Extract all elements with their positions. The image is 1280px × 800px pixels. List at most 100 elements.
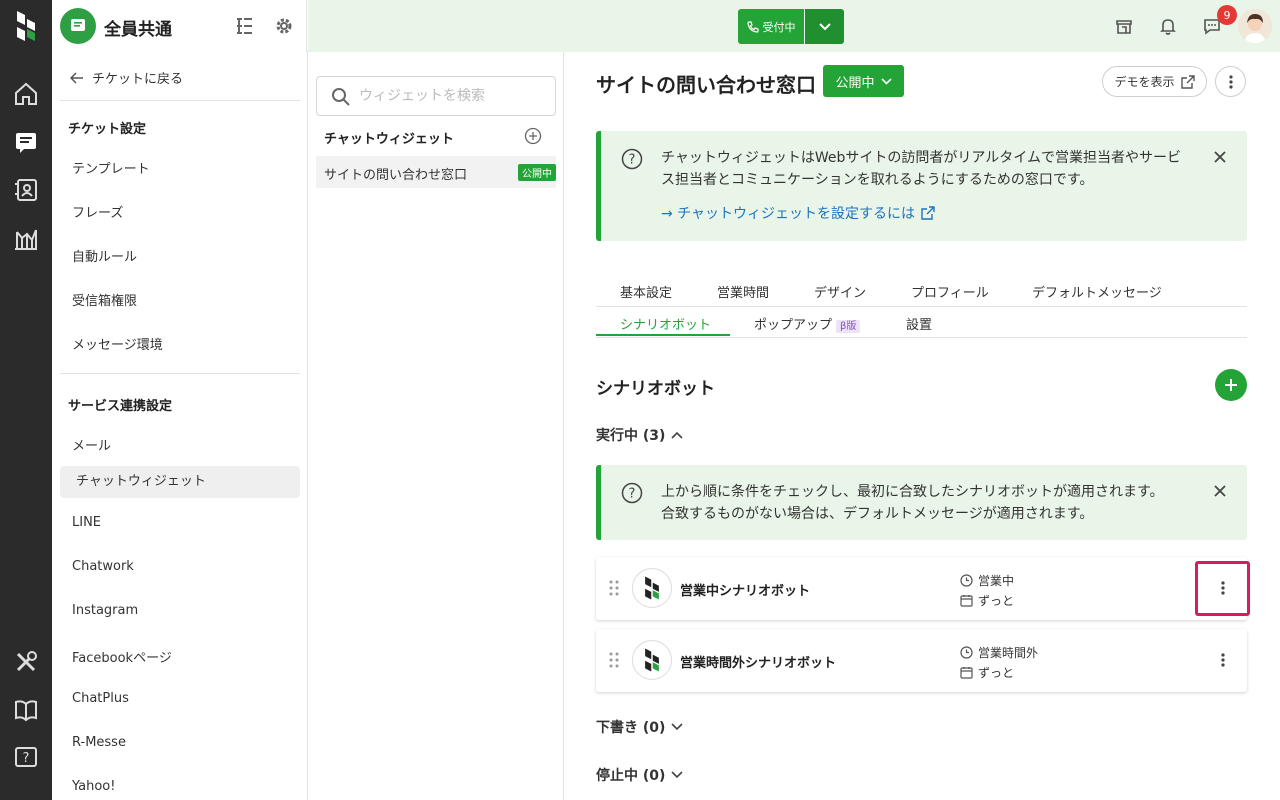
widget-search	[316, 76, 556, 116]
sidebar-item-chatplus[interactable]: ChatPlus	[72, 691, 129, 706]
section-title: シナリオボット	[596, 379, 715, 399]
status-badge: 公開中	[518, 164, 556, 181]
info-line: 合致するものがない場合は、デフォルトメッセージが適用されます。	[661, 506, 1094, 522]
bot-schedule-label: 営業中	[978, 574, 1015, 588]
workspace-title: 全員共通	[104, 20, 172, 40]
bot-avatar	[632, 568, 672, 608]
help-icon[interactable]: ?	[0, 734, 52, 782]
tab-basic[interactable]: 基本設定	[620, 282, 672, 301]
publish-status-button[interactable]: 公開中	[823, 65, 904, 97]
clock-icon	[960, 574, 973, 587]
tab-design[interactable]: デザイン	[814, 282, 866, 301]
question-icon: ?	[621, 148, 643, 170]
clock-icon	[960, 646, 973, 659]
sidebar-item-chatwork[interactable]: Chatwork	[72, 559, 134, 574]
running-group-toggle[interactable]: 実行中 (3)	[596, 425, 683, 445]
contacts-icon[interactable]	[0, 166, 52, 214]
bot-schedule: 営業時間外	[960, 644, 1038, 661]
widget-list-heading: チャットウィジェット	[324, 132, 454, 147]
info-box-widget: ? チャットウィジェットはWebサイトの訪問者がリアルタイムで営業担当者やサービ…	[596, 131, 1247, 241]
kebab-icon	[1228, 74, 1233, 89]
tab-install[interactable]: 設置	[906, 314, 932, 333]
add-widget-icon[interactable]	[524, 127, 542, 145]
question-icon: ?	[621, 482, 643, 504]
bot-avatar	[632, 640, 672, 680]
sidebar-item-chat-widget[interactable]: チャットウィジェット	[60, 466, 300, 498]
drag-handle-icon[interactable]	[608, 579, 620, 597]
tab-popup[interactable]: ポップアップ β版	[754, 314, 861, 333]
call-status-button[interactable]: 受付中	[738, 9, 804, 44]
more-options-button[interactable]	[1215, 66, 1246, 97]
logo-icon	[17, 11, 35, 41]
stopped-group-toggle[interactable]: 停止中 (0)	[596, 765, 683, 785]
workspace-icon	[60, 8, 96, 44]
widget-search-input[interactable]	[359, 85, 549, 107]
scenario-bot-card[interactable]: 営業中シナリオボット 営業中 ずっと	[596, 557, 1247, 620]
ticket-icon[interactable]	[0, 118, 52, 166]
draft-group-toggle[interactable]: 下書き (0)	[596, 717, 683, 737]
tab-scenario-bot[interactable]: シナリオボット	[620, 314, 711, 333]
sidebar-item-message-env[interactable]: メッセージ環境	[72, 334, 163, 353]
info-line: ス担当者とコミュニケーションを取れるようにするための窓口です。	[661, 172, 1094, 188]
tab-profile[interactable]: プロフィール	[911, 282, 989, 301]
chevron-down-icon	[818, 22, 831, 30]
beta-badge: β版	[836, 320, 861, 333]
arrow-left-icon	[70, 71, 83, 84]
info-line: チャットウィジェットはWebサイトの訪問者がリアルタイムで営業担当者やサービ	[661, 150, 1181, 166]
bot-menu-button[interactable]	[1213, 650, 1233, 670]
sidebar-item-mail[interactable]: メール	[72, 435, 111, 454]
tab-business-hours[interactable]: 営業時間	[717, 282, 769, 301]
svg-text:?: ?	[629, 487, 636, 502]
top-header: 全員共通 受付中	[52, 0, 1280, 52]
widget-list-item[interactable]: サイトの問い合わせ窓口 公開中	[316, 156, 556, 188]
sidebar-item-r-messe[interactable]: R-Messe	[72, 735, 126, 750]
stopped-group-label: 停止中 (0)	[596, 768, 666, 784]
user-avatar[interactable]	[1238, 9, 1272, 43]
back-to-tickets-link[interactable]: チケットに戻る	[70, 68, 183, 87]
gear-icon[interactable]	[272, 14, 296, 38]
divider	[60, 373, 300, 374]
chevron-up-icon	[671, 431, 683, 439]
app-logo[interactable]	[0, 0, 52, 52]
add-scenario-bot-button[interactable]	[1215, 369, 1247, 401]
analytics-icon[interactable]	[0, 214, 52, 262]
tree-icon[interactable]	[232, 14, 256, 38]
sidebar-item-template[interactable]: テンプレート	[72, 158, 150, 177]
tab-popup-label: ポップアップ	[754, 318, 833, 333]
sidebar-item-yahoo[interactable]: Yahoo!	[72, 779, 115, 794]
svg-text:?: ?	[629, 153, 636, 168]
sidebar-item-phrase[interactable]: フレーズ	[72, 202, 123, 221]
call-status-label: 受付中	[762, 20, 796, 34]
show-demo-button[interactable]: デモを表示	[1102, 66, 1207, 97]
cafe-icon[interactable]	[1112, 14, 1136, 38]
draft-group-label: 下書き (0)	[596, 720, 666, 736]
divider	[60, 100, 300, 101]
call-status-dropdown[interactable]	[805, 9, 844, 44]
drag-handle-icon[interactable]	[608, 651, 620, 669]
sidebar-item-facebook[interactable]: Facebookページ	[72, 647, 172, 666]
tools-icon[interactable]	[0, 638, 52, 686]
bell-icon[interactable]	[1156, 14, 1180, 38]
info-line: 上から順に条件をチェックし、最初に合致したシナリオボットが適用されます。	[661, 484, 1164, 500]
bot-period-label: ずっと	[978, 594, 1015, 608]
chevron-down-icon	[880, 77, 892, 85]
external-link-icon	[921, 206, 935, 220]
app-rail: ?	[0, 0, 52, 800]
sidebar-item-instagram[interactable]: Instagram	[72, 603, 138, 618]
running-group-label: 実行中 (3)	[596, 428, 666, 444]
sidebar-item-inbox-permission[interactable]: 受信箱権限	[72, 290, 137, 309]
widget-name: サイトの問い合わせ窓口	[324, 168, 468, 183]
close-icon[interactable]	[1213, 484, 1227, 498]
section-title-integration: サービス連携設定	[68, 399, 173, 414]
sidebar-item-line[interactable]: LINE	[72, 515, 101, 530]
close-icon[interactable]	[1213, 150, 1227, 164]
scenario-bot-card[interactable]: 営業時間外シナリオボット 営業時間外 ずっと	[596, 629, 1247, 692]
bot-schedule-label: 営業時間外	[978, 646, 1039, 660]
plus-icon	[1225, 379, 1237, 391]
sidebar-item-auto-rule[interactable]: 自動ルール	[72, 246, 137, 265]
divider	[596, 306, 1247, 307]
tab-default-message[interactable]: デフォルトメッセージ	[1032, 282, 1162, 301]
home-icon[interactable]	[0, 70, 52, 118]
setup-help-link[interactable]: → チャットウィジェットを設定するには	[661, 203, 935, 223]
book-icon[interactable]	[0, 686, 52, 734]
